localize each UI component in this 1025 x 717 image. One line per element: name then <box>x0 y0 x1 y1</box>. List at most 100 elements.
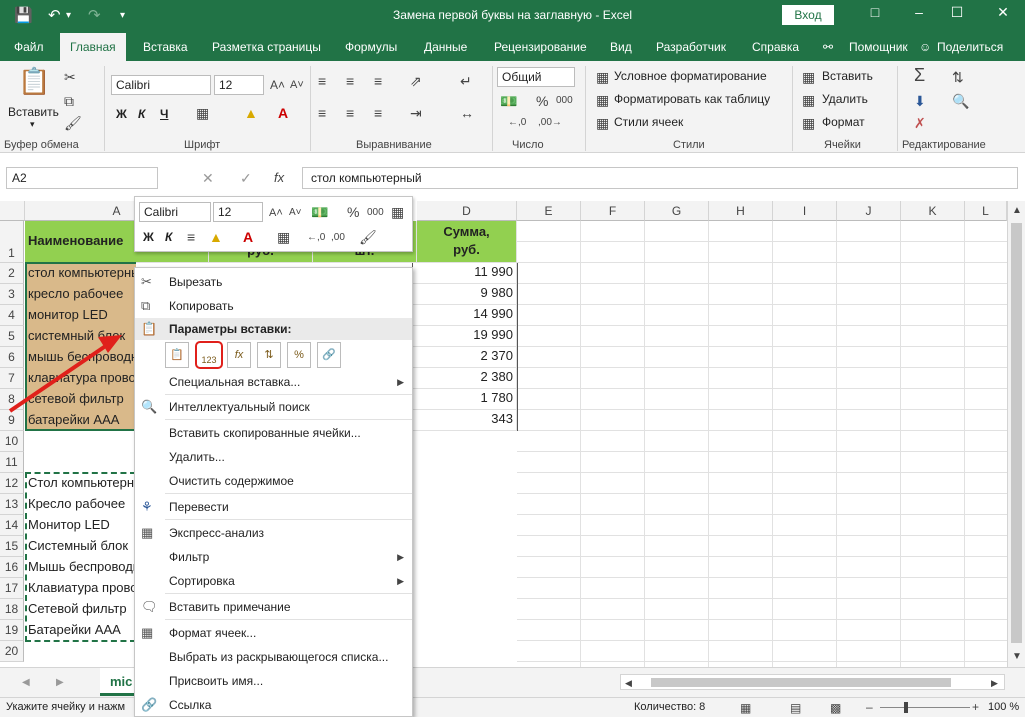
menu-filter[interactable]: Фильтр ▶ <box>135 545 412 569</box>
fill-icon[interactable]: ⬇ <box>914 93 926 109</box>
cell-d4[interactable]: 14 990 <box>413 305 517 326</box>
insert-cells-icon[interactable]: ▦ <box>802 69 815 85</box>
percent-icon[interactable]: % <box>536 93 548 109</box>
menu-sort[interactable]: Сортировка ▶ <box>135 569 412 593</box>
cell-a12[interactable]: Стол компьютерный <box>25 475 136 490</box>
insert-cells-button[interactable]: Вставить <box>822 69 873 83</box>
mini-align-icon[interactable]: ≡ <box>187 229 195 245</box>
row-header-11[interactable]: 11 <box>0 452 24 473</box>
copy-icon[interactable]: ⧉ <box>64 93 74 109</box>
wrap-text-icon[interactable]: ↵ <box>460 73 472 89</box>
ribbon-display-icon[interactable]: □ <box>860 4 890 20</box>
menu-define-name[interactable]: Присвоить имя... <box>135 669 412 693</box>
format-table-icon[interactable]: ▦ <box>596 92 609 108</box>
cell-a3[interactable]: кресло рабочее <box>25 286 136 301</box>
cell-d9[interactable]: 343 <box>413 410 517 431</box>
align-middle-icon[interactable]: ≡ <box>346 73 354 89</box>
row-header-12[interactable]: 12 <box>0 473 24 494</box>
tab-home[interactable]: Главная <box>60 33 126 61</box>
cut-icon[interactable]: ✂ <box>64 69 76 85</box>
tab-file[interactable]: Файл <box>14 40 44 54</box>
column-header-d[interactable]: D <box>417 201 517 221</box>
conditional-format-button[interactable]: Условное форматирование <box>614 69 767 83</box>
scroll-thumb[interactable] <box>1011 223 1022 643</box>
paste-formulas-icon[interactable]: fx <box>227 342 251 368</box>
align-left-icon[interactable]: ≡ <box>318 105 326 121</box>
menu-copy[interactable]: ⧉ Копировать <box>135 294 412 318</box>
align-top-icon[interactable]: ≡ <box>318 73 326 89</box>
zoom-slider[interactable] <box>880 707 970 708</box>
tab-review[interactable]: Рецензирование <box>494 40 587 54</box>
tab-view[interactable]: Вид <box>610 40 632 54</box>
font-color-icon[interactable]: A <box>278 105 288 121</box>
mini-format-painter-icon[interactable]: 🖌 <box>359 229 377 245</box>
name-box[interactable]: A2 <box>6 167 158 189</box>
borders-icon[interactable]: ▦ <box>196 105 209 121</box>
thousands-icon[interactable]: 000 <box>556 93 573 109</box>
align-center-icon[interactable]: ≡ <box>346 105 354 121</box>
row-header-3[interactable]: 3 <box>0 284 24 305</box>
row-header-15[interactable]: 15 <box>0 536 24 557</box>
mini-bold-button[interactable]: Ж <box>143 230 154 244</box>
cell-a19[interactable]: Батарейки ААА <box>25 622 136 637</box>
mini-italic-button[interactable]: К <box>165 230 172 244</box>
tab-data[interactable]: Данные <box>424 40 467 54</box>
mini-table-icon[interactable]: ▦ <box>391 204 404 220</box>
menu-cut[interactable]: ✂ Вырезать <box>135 270 412 294</box>
horizontal-scrollbar[interactable]: ◀ ▶ <box>620 674 1005 690</box>
row-header-18[interactable]: 18 <box>0 599 24 620</box>
increase-decimal-icon[interactable]: ←,0 <box>508 115 526 131</box>
menu-quick-analysis[interactable]: ▦ Экспресс-анализ <box>135 521 412 545</box>
cell-a15[interactable]: Системный блок <box>25 538 136 553</box>
format-painter-icon[interactable]: 🖌 <box>64 115 82 131</box>
enter-icon[interactable]: ✓ <box>240 170 252 186</box>
tab-assistant[interactable]: Помощник <box>849 40 908 54</box>
menu-insert-copied[interactable]: Вставить скопированные ячейки... <box>135 421 412 445</box>
sheet-tab[interactable]: mic <box>100 668 138 696</box>
align-right-icon[interactable]: ≡ <box>374 105 382 121</box>
menu-pick-list[interactable]: Выбрать из раскрывающегося списка... <box>135 645 412 669</box>
tab-developer[interactable]: Разработчик <box>656 40 726 54</box>
menu-format-cells[interactable]: ▦ Формат ячеек... <box>135 621 412 645</box>
menu-delete[interactable]: Удалить... <box>135 445 412 469</box>
underline-button[interactable]: Ч <box>160 107 168 121</box>
cell-a17[interactable]: Клавиатура проводная <box>25 580 136 595</box>
scroll-right-icon[interactable]: ▶ <box>991 675 998 691</box>
row-header-10[interactable]: 10 <box>0 431 24 452</box>
paste-icon[interactable]: 📋 <box>165 342 189 368</box>
paste-values-button[interactable]: 123 <box>195 341 223 369</box>
next-sheet-icon[interactable]: ▶ <box>56 675 64 691</box>
number-format-select[interactable]: Общий <box>497 67 575 87</box>
font-name-select[interactable]: Calibri <box>111 75 211 95</box>
vertical-scrollbar[interactable]: ▲ ▼ <box>1007 201 1025 667</box>
cell-d7[interactable]: 2 380 <box>413 368 517 389</box>
mini-borders-icon[interactable]: ▦ <box>277 229 290 245</box>
shrink-font-icon[interactable]: A˅ <box>290 77 304 93</box>
column-header-j[interactable]: J <box>837 201 901 221</box>
italic-button[interactable]: К <box>138 107 145 121</box>
autosum-icon[interactable]: Σ <box>914 66 925 84</box>
merge-icon[interactable]: ↔ <box>460 105 474 121</box>
indent-icon[interactable]: ⇥ <box>410 105 422 121</box>
mini-shrink-font-icon[interactable]: A˅ <box>289 205 302 221</box>
delete-cells-icon[interactable]: ▦ <box>802 92 815 108</box>
menu-translate[interactable]: ⚘ Перевести <box>135 495 412 519</box>
cancel-icon[interactable]: ✕ <box>202 170 214 186</box>
menu-clear[interactable]: Очистить содержимое <box>135 469 412 493</box>
row-header-16[interactable]: 16 <box>0 557 24 578</box>
mini-font-size-select[interactable]: 12 <box>213 202 263 222</box>
cell-a18[interactable]: Сетевой фильтр <box>25 601 136 616</box>
cell-styles-icon[interactable]: ▦ <box>596 115 609 131</box>
row-header-13[interactable]: 13 <box>0 494 24 515</box>
cell-styles-button[interactable]: Стили ячеек <box>614 115 683 129</box>
tab-page-layout[interactable]: Разметка страницы <box>212 40 321 54</box>
mini-grow-font-icon[interactable]: A˄ <box>269 205 283 221</box>
scroll-up-icon[interactable]: ▲ <box>1012 203 1022 219</box>
scroll-left-icon[interactable]: ◀ <box>625 675 632 691</box>
tab-formulas[interactable]: Формулы <box>345 40 397 54</box>
mini-percent-icon[interactable]: % <box>347 204 359 220</box>
close-icon[interactable]: ✕ <box>988 4 1018 21</box>
zoom-level[interactable]: 100 % <box>988 701 1019 713</box>
menu-insert-comment[interactable]: 🗨 Вставить примечание <box>135 595 412 619</box>
column-header-k[interactable]: K <box>901 201 965 221</box>
